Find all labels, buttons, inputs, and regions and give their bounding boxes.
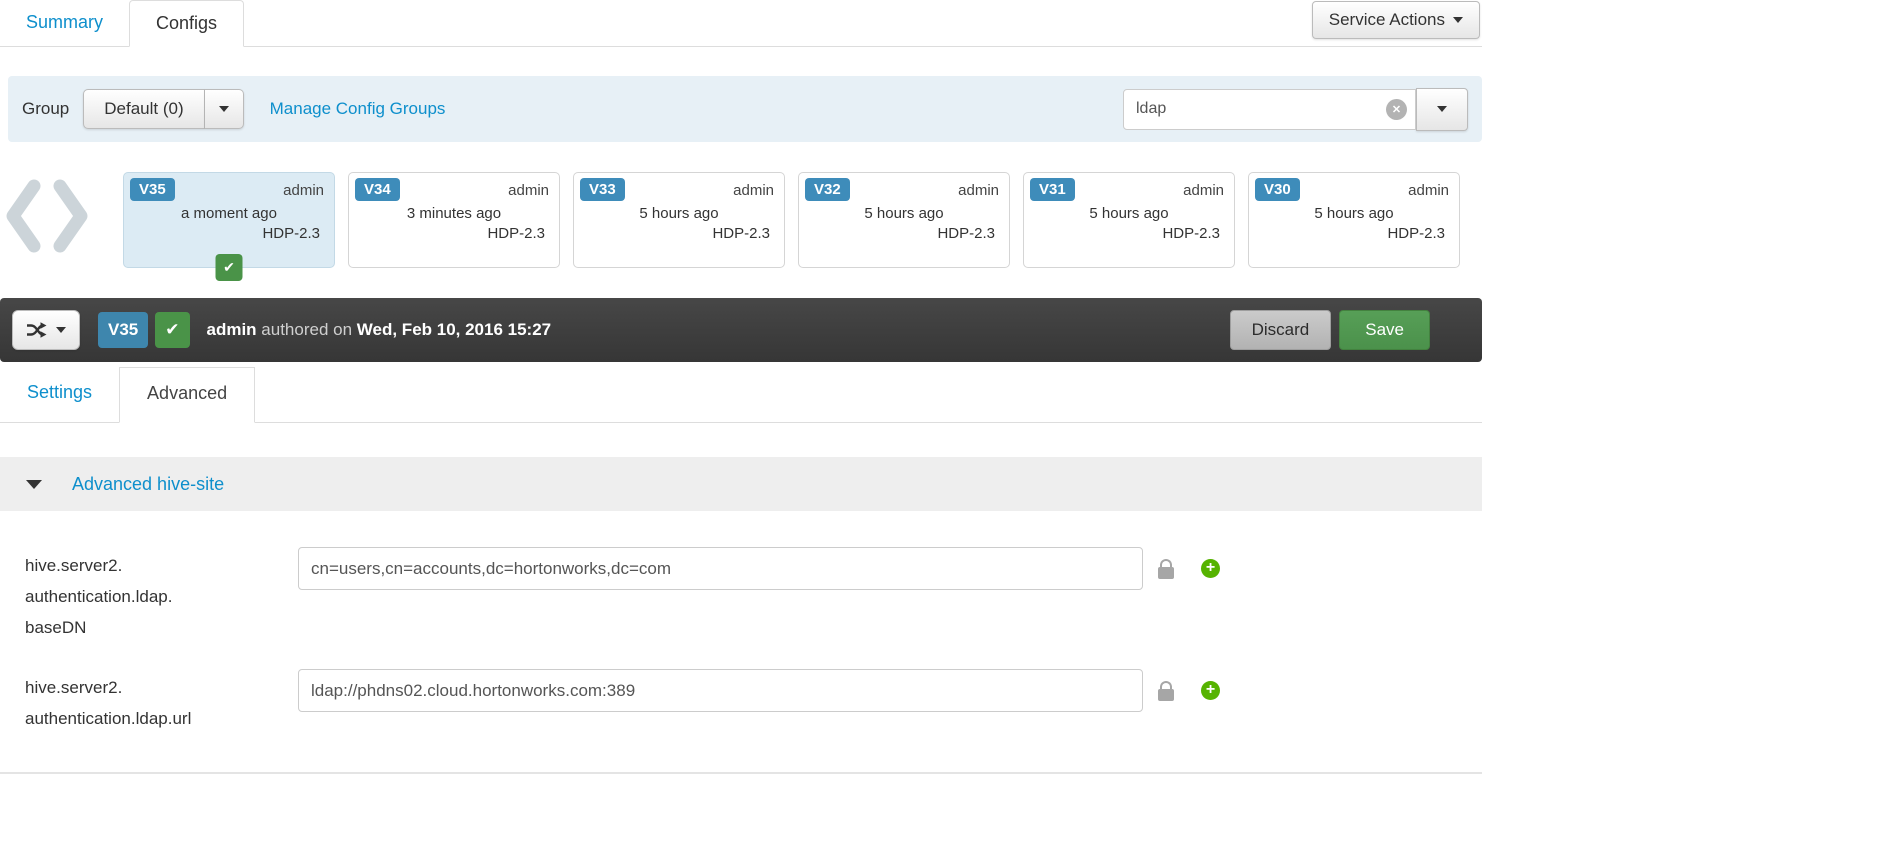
collapse-caret-icon	[26, 479, 42, 489]
authored-date: Wed, Feb 10, 2016 15:27	[356, 320, 552, 339]
section-body: hive.server2. authentication.ldap. baseD…	[0, 511, 1482, 774]
label-line: hive.server2.	[25, 678, 123, 697]
chevron-down-icon	[1437, 106, 1447, 112]
version-time: 5 hours ago	[1089, 205, 1169, 222]
version-badge: V31	[1030, 178, 1075, 201]
version-badge: V33	[580, 178, 625, 201]
current-version-check-icon: ✔	[215, 254, 243, 281]
tab-advanced[interactable]: Advanced	[119, 367, 256, 423]
toolbar-actions: Discard Save	[1229, 310, 1430, 350]
group-select-caret-button[interactable]	[204, 89, 244, 129]
property-filter: ✕	[1123, 87, 1468, 131]
version-badge: V32	[805, 178, 850, 201]
version-author: admin	[508, 182, 549, 199]
slider-prev-icon[interactable]	[4, 179, 42, 258]
slider-next-icon[interactable]	[52, 179, 90, 258]
current-version-chip: V35	[98, 312, 149, 348]
version-stack: HDP-2.3	[712, 225, 770, 242]
version-badge: V34	[355, 178, 400, 201]
section-advanced-hive-site[interactable]: Advanced hive-site	[0, 457, 1482, 511]
config-value-input[interactable]	[298, 547, 1143, 590]
version-authored-text: admin authored on Wed, Feb 10, 2016 15:2…	[207, 320, 552, 340]
version-badge: V30	[1255, 178, 1300, 201]
config-row: hive.server2. authentication.ldap. baseD…	[25, 547, 1482, 643]
section-title: Advanced hive-site	[72, 473, 225, 494]
label-line: hive.server2.	[25, 556, 123, 575]
label-line: authentication.ldap.	[25, 587, 173, 606]
clear-filter-icon[interactable]: ✕	[1386, 98, 1407, 120]
version-card[interactable]: V35 admin a moment ago HDP-2.3 ✔	[123, 172, 335, 281]
version-author: admin	[1183, 182, 1224, 199]
row-icons: +	[1143, 669, 1220, 712]
tab-summary[interactable]: Summary	[0, 0, 129, 46]
chevron-down-icon	[1453, 17, 1463, 23]
version-author: admin	[1408, 182, 1449, 199]
save-button[interactable]: Save	[1339, 310, 1430, 350]
service-actions-button[interactable]: Service Actions	[1311, 1, 1480, 39]
version-card[interactable]: V30 admin 5 hours ago HDP-2.3	[1248, 172, 1460, 268]
chevron-down-icon	[218, 106, 229, 112]
version-author: admin	[283, 182, 324, 199]
config-group-bar: Group Default (0) Manage Config Groups ✕	[8, 76, 1482, 142]
version-time: 5 hours ago	[639, 205, 719, 222]
filter-input-wrap: ✕	[1123, 88, 1416, 130]
config-tab-bar: Settings Advanced	[0, 367, 1482, 423]
add-override-icon[interactable]: +	[1201, 681, 1220, 700]
version-badge: V35	[130, 178, 175, 201]
group-label: Group	[22, 99, 70, 118]
configs-page: Summary Configs Service Actions Group De…	[0, 0, 1482, 774]
version-stack: HDP-2.3	[937, 225, 995, 242]
version-card[interactable]: V33 admin 5 hours ago HDP-2.3	[573, 172, 785, 268]
version-slider: V35 admin a moment ago HDP-2.3 ✔ V34 admin…	[0, 142, 1482, 283]
version-stack: HDP-2.3	[262, 225, 320, 242]
current-check-icon: ✔	[155, 312, 190, 348]
service-actions-label: Service Actions	[1328, 10, 1445, 29]
version-time: 5 hours ago	[1314, 205, 1394, 222]
version-stack: HDP-2.3	[487, 225, 545, 242]
version-author: admin	[733, 182, 774, 199]
compare-versions-button[interactable]	[12, 310, 80, 350]
config-row: hive.server2. authentication.ldap.url +	[25, 669, 1482, 734]
chevron-down-icon	[56, 327, 66, 333]
filter-dropdown-button[interactable]	[1416, 87, 1468, 131]
row-icons: +	[1143, 547, 1220, 590]
authored-on-text: authored on	[261, 320, 353, 339]
lock-icon	[1158, 680, 1174, 701]
version-time: 5 hours ago	[864, 205, 944, 222]
version-toolbar: V35 ✔ admin authored on Wed, Feb 10, 201…	[0, 298, 1482, 362]
add-override-icon[interactable]: +	[1201, 559, 1220, 578]
group-select-button[interactable]: Default (0)	[83, 89, 205, 129]
version-card[interactable]: V31 admin 5 hours ago HDP-2.3	[1023, 172, 1235, 268]
version-time: 3 minutes ago	[406, 205, 502, 222]
tab-configs[interactable]: Configs	[129, 0, 245, 47]
authored-by: admin	[206, 320, 257, 339]
version-time: a moment ago	[181, 205, 277, 222]
version-stack: HDP-2.3	[1387, 225, 1445, 242]
discard-button[interactable]: Discard	[1229, 310, 1332, 350]
version-card[interactable]: V34 admin 3 minutes ago HDP-2.3	[348, 172, 560, 268]
config-value-input[interactable]	[298, 669, 1143, 712]
version-author: admin	[958, 182, 999, 199]
label-line: authentication.ldap.url	[25, 709, 192, 728]
config-property-name: hive.server2. authentication.ldap. baseD…	[25, 547, 298, 643]
label-line: baseDN	[25, 618, 87, 637]
lock-icon	[1158, 558, 1174, 579]
filter-input[interactable]	[1123, 88, 1416, 130]
group-select: Default (0)	[83, 89, 244, 129]
config-property-name: hive.server2. authentication.ldap.url	[25, 669, 298, 734]
version-stack: HDP-2.3	[1162, 225, 1220, 242]
service-tab-bar: Summary Configs Service Actions	[0, 0, 1482, 47]
tab-settings[interactable]: Settings	[0, 367, 119, 422]
manage-config-groups-link[interactable]: Manage Config Groups	[270, 99, 446, 119]
shuffle-icon	[27, 322, 47, 338]
version-card[interactable]: V32 admin 5 hours ago HDP-2.3	[798, 172, 1010, 268]
